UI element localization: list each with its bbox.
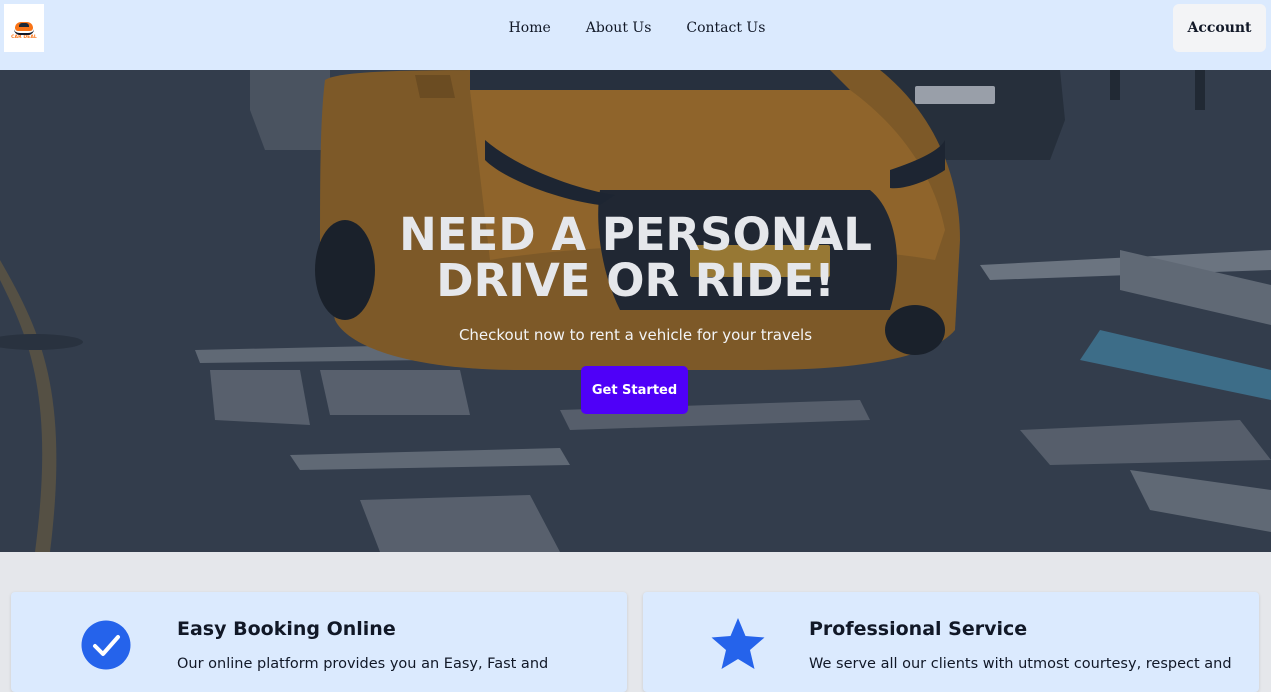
nav-link-home[interactable]: Home	[506, 19, 551, 37]
feature-description: Our online platform provides you an Easy…	[177, 656, 549, 672]
car-logo-icon	[14, 19, 34, 35]
get-started-button[interactable]: Get Started	[581, 366, 688, 414]
main-nav: Home About Us Contact Us	[0, 19, 1271, 37]
hero-section: NEED A PERSONAL DRIVE OR RIDE! Checkout …	[0, 70, 1271, 552]
feature-card-professional-service: Professional Service We serve all our cl…	[643, 592, 1259, 692]
hero-subtitle: Checkout now to rent a vehicle for your …	[458, 326, 813, 344]
feature-title: Professional Service	[809, 618, 1028, 640]
star-icon	[711, 618, 765, 669]
feature-description: We serve all our clients with utmost cou…	[809, 656, 1232, 672]
navbar: CAR DEAL Home About Us Contact Us Accoun…	[0, 0, 1271, 70]
feature-card-easy-booking: Easy Booking Online Our online platform …	[11, 592, 627, 692]
hero-title-line-1: NEED A PERSONAL	[399, 208, 872, 261]
car-deal-logo[interactable]: CAR DEAL	[4, 4, 44, 52]
logo-wordmark: CAR DEAL	[11, 34, 37, 40]
check-circle-icon	[81, 620, 131, 670]
hero-title-line-2: DRIVE OR RIDE!	[436, 254, 835, 307]
nav-link-contact-us[interactable]: Contact Us	[683, 19, 765, 37]
feature-title: Easy Booking Online	[177, 618, 396, 640]
account-button[interactable]: Account	[1173, 4, 1266, 52]
hero-title: NEED A PERSONAL DRIVE OR RIDE!	[0, 212, 1271, 304]
hero-overlay	[0, 70, 1271, 552]
features-section: Easy Booking Online Our online platform …	[0, 552, 1271, 692]
nav-link-about-us[interactable]: About Us	[583, 19, 652, 37]
